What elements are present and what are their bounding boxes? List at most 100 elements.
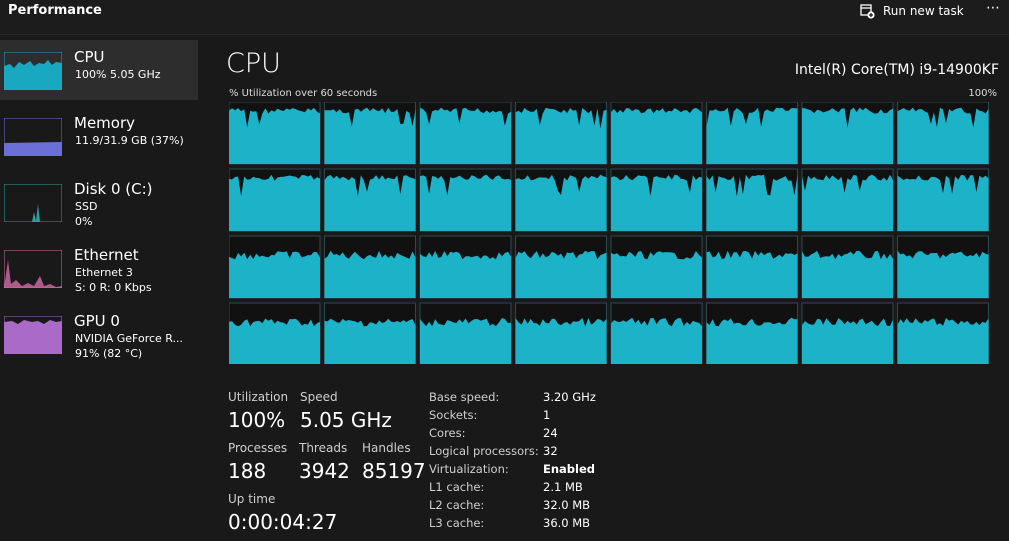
logical-processor-graph bbox=[324, 302, 416, 364]
sidebar-item-label: Memory bbox=[74, 114, 136, 132]
logical-processor-graph bbox=[706, 302, 798, 364]
logical-processor-graph bbox=[610, 168, 703, 232]
spec-value-base-speed: 3.20 GHz bbox=[543, 390, 596, 404]
run-new-task-button[interactable]: Run new task bbox=[860, 1, 964, 21]
spec-value-l3-cache: 36.0 MB bbox=[543, 516, 591, 530]
logical-processor-graph bbox=[801, 102, 894, 165]
utilization-area bbox=[515, 250, 607, 298]
logical-processor-graph bbox=[229, 168, 321, 232]
cpu-thumbnail-graph bbox=[4, 52, 62, 90]
logical-processor-graph bbox=[229, 235, 321, 299]
logical-processor-graph bbox=[419, 302, 512, 364]
logical-processor-graph bbox=[515, 168, 607, 232]
logical-processor-graph bbox=[515, 235, 607, 299]
utilization-area bbox=[802, 174, 893, 231]
uptime-label: Up time bbox=[228, 492, 276, 506]
utilization-area bbox=[229, 318, 320, 364]
utilization-area bbox=[611, 251, 702, 298]
sidebar-item-label: Disk 0 (C:) bbox=[74, 180, 153, 198]
sidebar-item-memory[interactable]: Memory 11.9/31.9 GB (37%) bbox=[0, 106, 198, 166]
graph-max-label: 100% bbox=[968, 88, 997, 99]
utilization-area bbox=[420, 250, 511, 298]
sidebar-item-detail: SSD bbox=[75, 200, 98, 213]
logical-processor-graph bbox=[610, 235, 703, 299]
utilization-area bbox=[324, 318, 416, 364]
ethernet-thumbnail-graph bbox=[4, 250, 62, 288]
sidebar-item-label: CPU bbox=[74, 48, 105, 66]
spec-label-sockets: Sockets: bbox=[429, 408, 478, 422]
logical-processor-graph bbox=[897, 102, 989, 165]
utilization-value: 100% bbox=[228, 408, 286, 432]
handles-label: Handles bbox=[362, 441, 411, 455]
new-task-icon bbox=[860, 3, 875, 19]
sidebar-item-detail-2: S: 0 R: 0 Kbps bbox=[75, 281, 152, 294]
disk-thumbnail-graph bbox=[4, 184, 62, 222]
utilization-area bbox=[897, 250, 989, 298]
utilization-area bbox=[324, 250, 416, 298]
logical-processor-graph bbox=[324, 168, 416, 232]
threads-label: Threads bbox=[299, 441, 348, 455]
logical-processor-graph bbox=[706, 102, 798, 165]
logical-processor-graphs bbox=[229, 102, 989, 364]
logical-processor-graph bbox=[897, 235, 989, 299]
sidebar-item-detail-2: 91% (82 °C) bbox=[75, 347, 143, 360]
utilization-label: Utilization bbox=[228, 390, 289, 404]
utilization-area bbox=[802, 250, 893, 298]
uptime-value: 0:00:04:27 bbox=[228, 510, 338, 534]
spec-value-cores: 24 bbox=[543, 426, 558, 440]
spec-label-l3-cache: L3 cache: bbox=[429, 516, 485, 530]
utilization-area bbox=[706, 174, 798, 231]
handles-value: 85197 bbox=[362, 459, 426, 483]
utilization-area bbox=[611, 107, 702, 164]
utilization-area bbox=[420, 107, 511, 164]
cpu-model-name: Intel(R) Core(TM) i9-14900KF bbox=[794, 62, 999, 78]
spec-value-virtualization: Enabled bbox=[543, 462, 596, 476]
logical-processor-graph bbox=[897, 302, 989, 364]
utilization-area bbox=[229, 251, 320, 298]
utilization-area bbox=[706, 317, 798, 364]
spec-value-logical-processors: 32 bbox=[543, 444, 558, 458]
logical-processor-graph bbox=[324, 102, 416, 165]
sidebar-item-label: GPU 0 bbox=[74, 312, 120, 330]
graph-caption: % Utilization over 60 seconds bbox=[229, 88, 378, 99]
sidebar-item-label: Ethernet bbox=[74, 246, 139, 264]
spec-label-cores: Cores: bbox=[429, 426, 466, 440]
logical-processor-graph bbox=[419, 168, 512, 232]
logical-processor-graph bbox=[515, 302, 607, 364]
spec-value-sockets: 1 bbox=[543, 408, 551, 422]
utilization-area bbox=[802, 318, 893, 364]
logical-processor-graph bbox=[801, 235, 894, 299]
memory-thumbnail-graph bbox=[4, 118, 62, 156]
sidebar: CPU 100% 5.05 GHz Memory 11.9/31.9 GB (3… bbox=[0, 40, 198, 370]
sidebar-item-detail-2: 0% bbox=[75, 215, 93, 228]
run-new-task-label: Run new task bbox=[883, 4, 964, 18]
spec-value-l1-cache: 2.1 MB bbox=[543, 480, 583, 494]
spec-label-base-speed: Base speed: bbox=[429, 390, 500, 404]
more-options-button[interactable]: ⋯ bbox=[986, 0, 1001, 16]
sidebar-item-cpu[interactable]: CPU 100% 5.05 GHz bbox=[0, 40, 198, 100]
sidebar-item-ethernet[interactable]: Ethernet Ethernet 3 S: 0 R: 0 Kbps bbox=[0, 238, 198, 298]
gpu-thumbnail-graph bbox=[4, 316, 62, 354]
logical-processor-graph bbox=[801, 302, 894, 364]
sidebar-item-disk[interactable]: Disk 0 (C:) SSD 0% bbox=[0, 172, 198, 232]
title-bar: Performance Run new task ⋯ bbox=[0, 0, 1009, 35]
logical-processor-graph bbox=[706, 235, 798, 299]
logical-processor-graph bbox=[610, 102, 703, 165]
utilization-area bbox=[611, 317, 702, 364]
logical-processor-graph bbox=[610, 302, 703, 364]
utilization-area bbox=[706, 107, 798, 164]
utilization-area bbox=[420, 318, 511, 364]
sidebar-item-gpu[interactable]: GPU 0 NVIDIA GeForce R... 91% (82 °C) bbox=[0, 304, 198, 364]
sidebar-item-detail: Ethernet 3 bbox=[75, 266, 133, 279]
utilization-area bbox=[420, 174, 511, 231]
sidebar-item-detail: NVIDIA GeForce R... bbox=[75, 332, 184, 345]
processes-value: 188 bbox=[228, 459, 267, 483]
logical-processor-graph bbox=[515, 102, 607, 165]
logical-processor-graph bbox=[801, 168, 894, 232]
logical-processor-graph bbox=[419, 102, 512, 165]
logical-processor-graph bbox=[229, 302, 321, 364]
logical-processor-graph bbox=[706, 168, 798, 232]
spec-label-l2-cache: L2 cache: bbox=[429, 498, 485, 512]
section-title: CPU bbox=[226, 48, 281, 79]
logical-processor-graph bbox=[324, 235, 416, 299]
